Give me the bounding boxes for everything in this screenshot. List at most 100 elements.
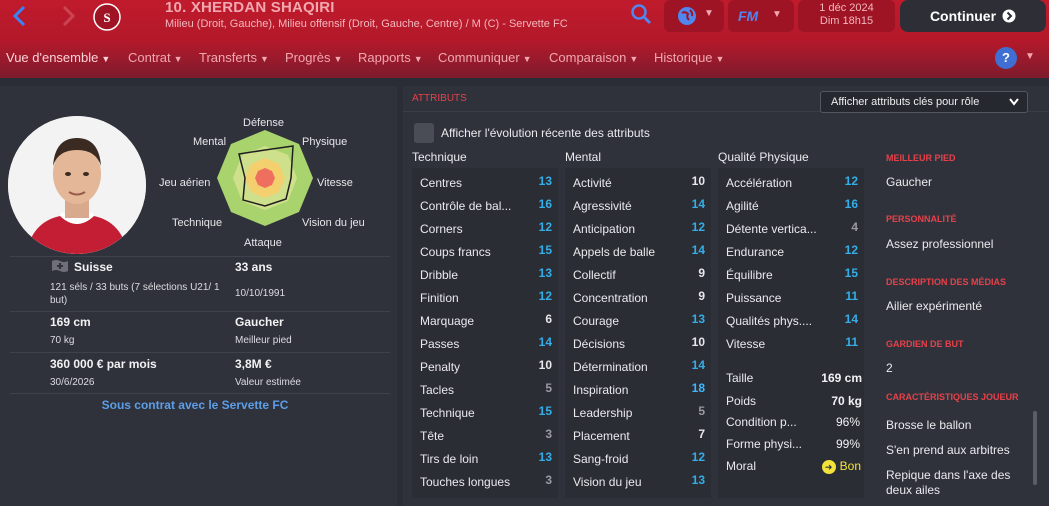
technique-row[interactable]: Tirs de loin 13 <box>412 445 558 468</box>
tab-overview[interactable]: Vue d'ensemble ▼ <box>6 50 110 65</box>
player-traits-heading: CARACTÉRISTIQUES JOUEUR <box>886 392 1019 402</box>
mental-row[interactable]: Collectif 9 <box>565 261 711 284</box>
radar-label-aerial: Jeu aérien <box>159 177 211 189</box>
divider <box>10 311 390 312</box>
continue-label: Continuer <box>929 8 997 24</box>
mental-row[interactable]: Sang-froid 12 <box>565 445 711 468</box>
attribute-value: 14 <box>691 358 705 372</box>
physical-row[interactable]: Accélération 12 <box>718 169 864 192</box>
attribute-value: 14 <box>538 335 552 349</box>
mental-row[interactable]: Vision du jeu 13 <box>565 468 711 491</box>
technique-row[interactable]: Dribble 13 <box>412 261 558 284</box>
mental-heading: Mental <box>565 150 602 164</box>
attribute-value: 14 <box>844 312 858 326</box>
arrow-circle-icon <box>1002 9 1016 23</box>
technique-row[interactable]: Passes 14 <box>412 330 558 353</box>
metric-fitness-value: 99% <box>835 437 860 451</box>
physical-row[interactable]: Détente vertica... 4 <box>718 215 864 238</box>
nationality[interactable]: Suisse <box>74 260 113 274</box>
tab-communicate[interactable]: Communiquer ▼ <box>438 50 532 65</box>
metric-height-value: 169 cm <box>821 371 862 385</box>
attribute-value: 3 <box>545 427 552 441</box>
best-foot-heading: MEILLEUR PIED <box>886 153 956 163</box>
metric-weight-label: Poids <box>726 394 757 408</box>
chevron-down-icon: ▼ <box>704 8 714 19</box>
attribute-value: 15 <box>538 404 552 418</box>
attribute-name: Tête <box>420 429 445 443</box>
chevron-down-icon: ▼ <box>413 54 423 64</box>
technique-row[interactable]: Marquage 6 <box>412 307 558 330</box>
preferred-foot: Gaucher <box>235 315 284 329</box>
attribute-value: 5 <box>545 381 552 395</box>
physical-row[interactable]: Endurance 12 <box>718 238 864 261</box>
tab-transfers[interactable]: Transferts ▼ <box>199 50 269 65</box>
attribute-name: Contrôle de bal... <box>420 199 512 213</box>
fm-logo: FM <box>738 8 759 24</box>
mental-row[interactable]: Courage 13 <box>565 307 711 330</box>
physical-row[interactable]: Vitesse 11 <box>718 330 864 353</box>
chevron-down-icon: ▼ <box>333 54 343 64</box>
tab-contract[interactable]: Contrat ▼ <box>128 50 183 65</box>
physical-row[interactable]: Agilité 16 <box>718 192 864 215</box>
physical-row[interactable]: Qualités phys.... 14 <box>718 307 864 330</box>
preferred-foot-label: Meilleur pied <box>235 335 292 346</box>
media-description-heading: DESCRIPTION DES MÉDIAS <box>886 277 1007 287</box>
traits-scrollbar[interactable] <box>1033 411 1037 485</box>
technique-row[interactable]: Technique 15 <box>412 399 558 422</box>
recent-changes-label[interactable]: Afficher l'évolution récente des attribu… <box>441 126 650 140</box>
game-date[interactable]: 1 déc 2024 Dim 18h15 <box>798 0 895 32</box>
role-attributes-dropdown[interactable]: Afficher attributs clés pour rôle <box>820 91 1028 113</box>
technique-row[interactable]: Tête 3 <box>412 422 558 445</box>
recent-changes-checkbox[interactable] <box>414 123 434 143</box>
technique-row[interactable]: Touches longues 3 <box>412 468 558 491</box>
world-menu-button[interactable]: ▼ <box>664 0 724 32</box>
attribute-name: Agressivité <box>573 199 632 213</box>
contract-end: 30/6/2026 <box>50 377 95 388</box>
tab-comparison[interactable]: Comparaison ▼ <box>549 50 638 65</box>
back-arrow-icon[interactable] <box>8 4 32 28</box>
technique-row[interactable]: Penalty 10 <box>412 353 558 376</box>
technique-row[interactable]: Contrôle de bal... 16 <box>412 192 558 215</box>
mental-row[interactable]: Leadership 5 <box>565 399 711 422</box>
tab-reports[interactable]: Rapports ▼ <box>358 50 423 65</box>
mental-row[interactable]: Appels de balle 14 <box>565 238 711 261</box>
attribute-value: 12 <box>538 289 552 303</box>
physical-row[interactable]: Équilibre 15 <box>718 261 864 284</box>
attribute-value: 15 <box>844 266 858 280</box>
personality-heading: PERSONNALITÉ <box>886 214 957 224</box>
attribute-name: Anticipation <box>573 222 636 236</box>
search-icon[interactable] <box>630 3 652 25</box>
physical-row[interactable]: Puissance 11 <box>718 284 864 307</box>
attribute-value: 13 <box>538 450 552 464</box>
attribute-value: 12 <box>538 220 552 234</box>
mental-row[interactable]: Concentration 9 <box>565 284 711 307</box>
mental-row[interactable]: Agressivité 14 <box>565 192 711 215</box>
chevron-down-icon[interactable]: ▼ <box>1025 51 1035 62</box>
help-icon[interactable]: ? <box>995 47 1017 69</box>
contract-club-link[interactable]: Sous contrat avec le Servette FC <box>0 398 390 412</box>
mental-row[interactable]: Placement 7 <box>565 422 711 445</box>
attribute-value: 12 <box>844 174 858 188</box>
mental-row[interactable]: Détermination 14 <box>565 353 711 376</box>
goalkeeper-heading: GARDIEN DE BUT <box>886 339 964 349</box>
continue-button[interactable]: Continuer <box>900 0 1046 32</box>
technique-row[interactable]: Coups francs 15 <box>412 238 558 261</box>
technique-row[interactable]: Corners 12 <box>412 215 558 238</box>
tab-history[interactable]: Historique ▼ <box>654 50 724 65</box>
attribute-name: Technique <box>420 406 475 420</box>
technique-row[interactable]: Tacles 5 <box>412 376 558 399</box>
mental-row[interactable]: Activité 10 <box>565 169 711 192</box>
technique-row[interactable]: Finition 12 <box>412 284 558 307</box>
club-badge-icon[interactable]: S <box>92 2 122 32</box>
chevron-down-icon: ▼ <box>629 54 639 64</box>
mental-row[interactable]: Anticipation 12 <box>565 215 711 238</box>
mental-row[interactable]: Inspiration 18 <box>565 376 711 399</box>
tab-progress[interactable]: Progrès ▼ <box>285 50 342 65</box>
forward-arrow-icon[interactable] <box>56 4 80 28</box>
attribute-name: Placement <box>573 429 630 443</box>
attribute-value: 10 <box>691 335 705 349</box>
morale-arrow-icon: ➜ <box>821 459 836 474</box>
mental-row[interactable]: Décisions 10 <box>565 330 711 353</box>
fm-menu-button[interactable]: FM ▼ <box>728 0 794 32</box>
technique-row[interactable]: Centres 13 <box>412 169 558 192</box>
